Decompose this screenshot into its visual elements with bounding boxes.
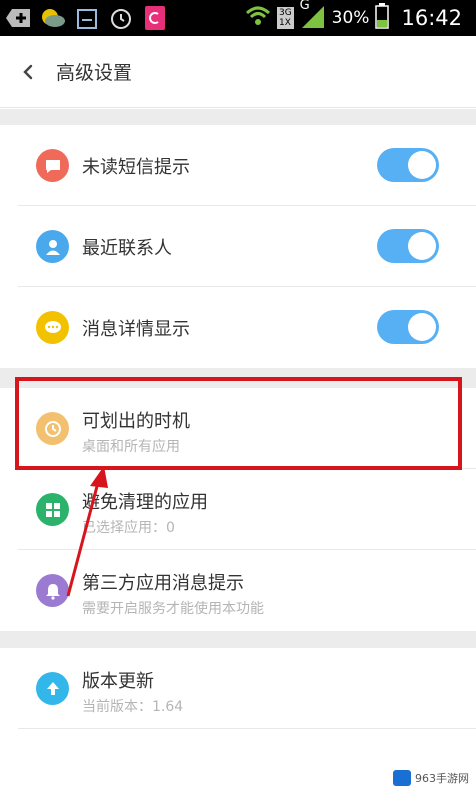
setting-subtitle: 需要开启服务才能使用本功能 — [82, 601, 264, 617]
wifi-icon — [245, 5, 271, 32]
network-type-icon: 3G 1X — [276, 7, 294, 29]
signal-letter: G — [299, 0, 310, 13]
setting-label: 消息详情显示 — [82, 319, 190, 340]
battery-percent: 30% — [331, 8, 370, 28]
watermark-logo-icon — [393, 770, 411, 786]
app-notification-icon — [142, 5, 168, 31]
setting-label: 避免清理的应用 — [82, 492, 208, 513]
setting-subtitle: 已选择应用：0 — [82, 520, 175, 536]
network-type-alt-label: 1X — [278, 18, 291, 28]
network-type-label: 3G — [278, 8, 292, 18]
settings-row-version-update[interactable]: 版本更新 当前版本：1.64 — [0, 648, 476, 729]
toggle-knob — [408, 232, 436, 260]
message-icon — [36, 149, 69, 182]
page-title: 高级设置 — [56, 62, 133, 84]
section-gap — [0, 631, 476, 648]
divider — [18, 728, 476, 729]
chevron-left-icon — [23, 64, 33, 80]
clock-time: 16:42 — [401, 6, 462, 30]
toggle-knob — [408, 151, 436, 179]
settings-row-message-details[interactable]: 消息详情显示 — [0, 287, 476, 368]
setting-label: 版本更新 — [82, 671, 154, 692]
toggle-switch[interactable] — [377, 148, 439, 182]
toggle-switch[interactable] — [377, 229, 439, 263]
back-button[interactable] — [16, 60, 40, 84]
settings-row-unread-sms[interactable]: 未读短信提示 — [0, 125, 476, 206]
upload-icon — [36, 672, 69, 705]
toggle-switch[interactable] — [377, 310, 439, 344]
status-bar: 3G 1X G 30% 16:42 — [0, 0, 476, 36]
annotation-highlight-box — [15, 377, 462, 470]
bell-icon — [36, 574, 69, 607]
setting-label: 最近联系人 — [82, 238, 172, 259]
setting-label: 第三方应用消息提示 — [82, 573, 244, 594]
contact-icon — [36, 230, 69, 263]
toggle-knob — [408, 313, 436, 341]
weather-icon — [40, 5, 66, 31]
settings-row-third-party-notifications[interactable]: 第三方应用消息提示 需要开启服务才能使用本功能 — [0, 550, 476, 631]
settings-row-protected-apps[interactable]: 避免清理的应用 已选择应用：0 — [0, 469, 476, 550]
section-gap — [0, 109, 476, 125]
apps-icon — [36, 493, 69, 526]
setting-label: 未读短信提示 — [82, 157, 190, 178]
battery-icon — [375, 2, 390, 34]
setting-subtitle: 当前版本：1.64 — [82, 699, 184, 715]
settings-row-recent-contacts[interactable]: 最近联系人 — [0, 206, 476, 287]
watermark-text: 963手游网 — [415, 772, 469, 785]
app-header: 高级设置 — [0, 36, 476, 108]
add-notification-icon — [6, 5, 32, 31]
chat-icon — [36, 311, 69, 344]
watermark: 963手游网 — [393, 770, 469, 786]
alarm-icon — [108, 5, 134, 31]
download-icon — [74, 5, 100, 31]
